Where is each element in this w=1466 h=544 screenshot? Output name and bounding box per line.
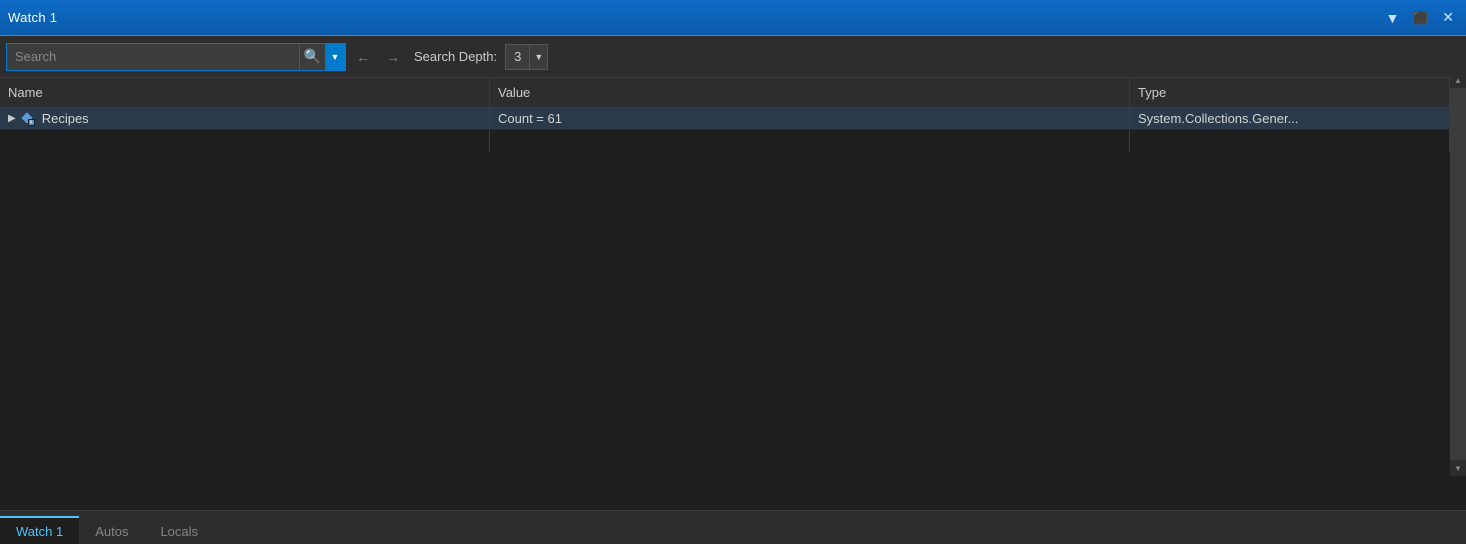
scrollbar-up-btn[interactable]: ▲ [1450,72,1466,88]
search-icon: 🔍 [304,48,321,65]
search-toolbar: 🔍 ▼ ← → Search Depth: 3 ▼ [0,36,1466,78]
window-title: Watch 1 [8,10,57,25]
depth-dropdown-arrow-icon: ▼ [534,52,543,62]
depth-select[interactable]: 3 ▼ [505,44,548,70]
col-header-name: Name [0,78,490,107]
search-input[interactable] [7,44,299,70]
next-btn: → [380,44,406,70]
scroll-down-icon: ▼ [1454,464,1462,473]
tab-watch1-label: Watch 1 [16,524,63,539]
close-btn[interactable]: ✕ [1438,7,1458,28]
main-content: 🔍 ▼ ← → Search Depth: 3 ▼ Name [0,36,1466,510]
scroll-up-icon: ▲ [1454,76,1462,85]
empty-cell-name [0,130,490,152]
object-icon [20,111,36,127]
tab-watch1[interactable]: Watch 1 [0,516,79,544]
search-icon-btn[interactable]: 🔍 [299,44,325,70]
depth-dropdown-btn[interactable]: ▼ [529,45,547,69]
scrollbar-down-btn[interactable]: ▼ [1450,460,1466,476]
cell-name: ▶ Recipes [0,108,490,129]
content-area: Name Value Type ▶ [0,78,1466,510]
table-header: Name Value Type [0,78,1466,108]
title-bar-controls: ▼ ⬛ ✕ [1381,7,1458,28]
col-header-type: Type [1130,78,1450,107]
scrollbar[interactable]: ▲ ▼ [1450,72,1466,476]
row-name-text: Recipes [42,111,89,126]
empty-area [0,309,1466,510]
collection-icon-svg [20,111,36,127]
empty-cell-type [1130,130,1450,152]
col-header-value: Value [490,78,1130,107]
table-row-empty[interactable] [0,130,1466,152]
table-row[interactable]: ▶ Recipes Count = 61 [0,108,1466,130]
scrollbar-track[interactable] [1450,88,1466,460]
search-dropdown-btn[interactable]: ▼ [325,43,345,71]
tab-autos[interactable]: Autos [79,516,144,544]
cell-type: System.Collections.Gener... [1130,108,1450,129]
expand-arrow-icon[interactable]: ▶ [8,113,16,124]
title-bar-left: Watch 1 [8,10,57,25]
tab-bar: Watch 1 Autos Locals [0,510,1466,544]
row-value-text: Count = 61 [498,111,562,126]
empty-cell-value [490,130,1130,152]
search-dropdown-arrow-icon: ▼ [331,52,340,62]
prev-btn: ← [350,44,376,70]
next-arrow-icon: → [386,49,400,65]
search-box-wrapper: 🔍 ▼ [6,43,346,71]
pin-btn[interactable]: ⬛ [1409,9,1432,27]
dropdown-arrow-btn[interactable]: ▼ [1381,8,1403,28]
tab-locals-label: Locals [160,524,198,539]
tab-autos-label: Autos [95,524,128,539]
depth-value: 3 [506,49,529,64]
prev-arrow-icon: ← [356,49,370,65]
title-bar: Watch 1 ▼ ⬛ ✕ [0,0,1466,36]
table-body: ▶ Recipes Count = 61 [0,108,1466,309]
row-type-text: System.Collections.Gener... [1138,111,1298,126]
tab-locals[interactable]: Locals [144,516,214,544]
cell-value: Count = 61 [490,108,1130,129]
search-depth-label: Search Depth: [414,49,497,64]
